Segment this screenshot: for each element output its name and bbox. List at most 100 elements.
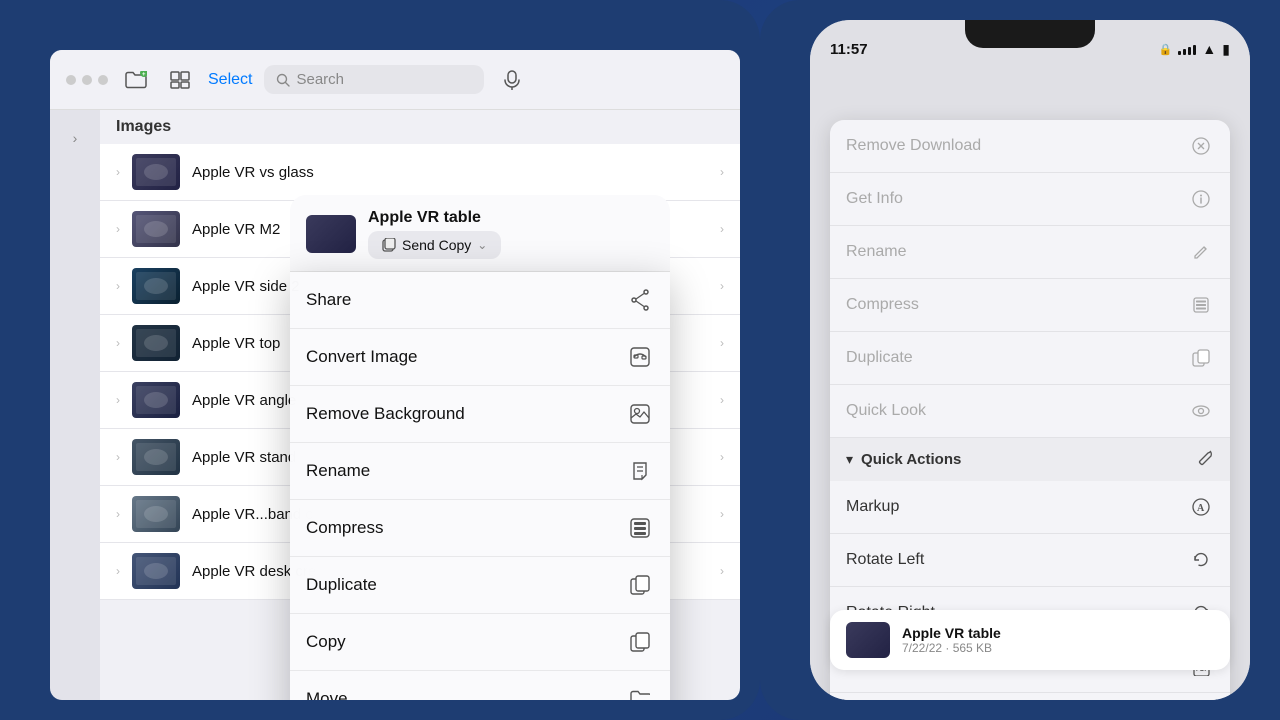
status-icons: 🔒 ▲ ▮ — [1159, 41, 1230, 58]
bar-1 — [1178, 51, 1181, 55]
file-chevron: › — [720, 450, 724, 464]
file-thumbnail — [132, 496, 180, 532]
menu-item-move[interactable]: Move — [290, 671, 670, 700]
menu-icon-remove-bg — [626, 400, 654, 428]
quick-actions-label: Quick Actions — [861, 451, 961, 468]
svg-text:+: + — [142, 72, 146, 78]
file-expand-chevron: › — [116, 165, 120, 179]
file-thumbnail — [132, 382, 180, 418]
menu-label: Duplicate — [306, 575, 377, 595]
tablet-device: + Select Search — [0, 0, 760, 720]
file-item[interactable]: › Apple VR vs glass › — [100, 144, 740, 201]
status-time: 11:57 — [830, 41, 868, 58]
menu-label: Convert Image — [306, 347, 418, 367]
file-thumbnail — [132, 325, 180, 361]
file-card-info: Apple VR table 7/22/22 · 565 KB — [902, 625, 1214, 655]
quick-action-item-markup[interactable]: Markup A — [830, 481, 1230, 534]
menu-icon-copy — [626, 628, 654, 656]
dot-1 — [66, 75, 76, 85]
microphone-icon[interactable] — [496, 64, 528, 96]
send-copy-chevron: ⌄ — [477, 238, 487, 252]
quick-actions-chevron: ▾ — [846, 451, 853, 468]
file-expand-chevron: › — [116, 450, 120, 464]
phone-menu-label: Quick Look — [846, 402, 926, 420]
file-thumbnail — [132, 154, 180, 190]
menu-label: Rename — [306, 461, 370, 481]
phone-menu-item-get-info: Get Info — [830, 173, 1230, 226]
phone-notch — [965, 20, 1095, 48]
phone-menu-label: Rename — [846, 243, 906, 261]
phone-menu-item-compress: Compress — [830, 279, 1230, 332]
file-expand-chevron: › — [116, 564, 120, 578]
menu-label: Share — [306, 290, 351, 310]
search-placeholder: Search — [296, 71, 344, 88]
phone-menu-item-quick-look: Quick Look — [830, 385, 1230, 438]
menu-icon-rename — [626, 457, 654, 485]
phone-icon-remove-dl — [1188, 133, 1214, 159]
phone-file-card: Apple VR table 7/22/22 · 565 KB — [830, 610, 1230, 670]
menu-item-remove-background[interactable]: Remove Background — [290, 386, 670, 443]
signal-bars — [1178, 43, 1196, 55]
menu-icon-move — [626, 685, 654, 700]
menu-item-convert-image[interactable]: Convert Image — [290, 329, 670, 386]
bar-3 — [1188, 47, 1191, 55]
context-file-title: Apple VR table — [368, 209, 501, 227]
menu-item-rename[interactable]: Rename — [290, 443, 670, 500]
file-chevron: › — [720, 564, 724, 578]
phone-menu-item-rename: Rename — [830, 226, 1230, 279]
select-button[interactable]: Select — [208, 71, 252, 89]
menu-item-copy[interactable]: Copy — [290, 614, 670, 671]
menu-icon-share — [626, 286, 654, 314]
phone-menu-label: Compress — [846, 296, 919, 314]
context-menu: Share Convert Image Remove Background Re… — [290, 272, 670, 700]
quick-actions-header[interactable]: ▾ Quick Actions — [830, 438, 1230, 481]
grid-icon[interactable] — [164, 64, 196, 96]
lock-icon: 🔒 — [1159, 43, 1173, 56]
phone-icon-info — [1188, 186, 1214, 212]
send-copy-label: Send Copy — [402, 237, 471, 253]
file-thumbnail — [132, 553, 180, 589]
menu-icon-compress — [626, 514, 654, 542]
menu-item-compress[interactable]: Compress — [290, 500, 670, 557]
file-thumbnail — [132, 211, 180, 247]
dot-3 — [98, 75, 108, 85]
file-chevron: › — [720, 507, 724, 521]
menu-label: Compress — [306, 518, 383, 538]
menu-item-share[interactable]: Share — [290, 272, 670, 329]
file-thumbnail — [132, 439, 180, 475]
phone-icon-eye — [1188, 398, 1214, 424]
tablet-sidebar: › — [50, 110, 100, 700]
menu-item-duplicate[interactable]: Duplicate — [290, 557, 670, 614]
file-expand-chevron: › — [116, 336, 120, 350]
search-bar[interactable]: Search — [264, 65, 484, 94]
phone-icon-compress — [1188, 292, 1214, 318]
phone-icon-duplicate — [1188, 345, 1214, 371]
phone-icon-pencil — [1188, 239, 1214, 265]
quick-action-label: Rotate Left — [846, 551, 924, 569]
phone-device: 11:57 🔒 ▲ ▮ Remove Download Get Info — [760, 0, 1280, 720]
folder-icon[interactable]: + — [120, 64, 152, 96]
send-copy-button[interactable]: Send Copy ⌄ — [368, 231, 501, 259]
file-chevron: › — [720, 393, 724, 407]
tablet-topbar: + Select Search — [50, 50, 740, 110]
quick-action-item-convert-image[interactable]: Convert Image — [830, 693, 1230, 700]
quick-actions-icon — [1196, 448, 1214, 471]
file-thumbnail — [132, 268, 180, 304]
context-menu-container: Apple VR table Send Copy ⌄ Share Conver — [290, 195, 670, 700]
file-chevron: › — [720, 165, 724, 179]
tablet-screen: + Select Search — [50, 50, 740, 700]
file-expand-chevron: › — [116, 393, 120, 407]
bar-2 — [1183, 49, 1186, 55]
svg-text:A: A — [1197, 503, 1205, 514]
file-card-meta: 7/22/22 · 565 KB — [902, 641, 1214, 655]
file-card-name: Apple VR table — [902, 625, 1214, 641]
sidebar-chevron[interactable]: › — [73, 130, 78, 146]
context-menu-header: Apple VR table Send Copy ⌄ — [290, 195, 670, 272]
battery-icon: ▮ — [1222, 41, 1230, 58]
file-expand-chevron: › — [116, 507, 120, 521]
menu-label: Move — [306, 689, 348, 700]
phone-menu-item-duplicate: Duplicate — [830, 332, 1230, 385]
menu-label: Remove Background — [306, 404, 465, 424]
wifi-icon: ▲ — [1202, 41, 1216, 57]
quick-action-item-rotate-left[interactable]: Rotate Left — [830, 534, 1230, 587]
